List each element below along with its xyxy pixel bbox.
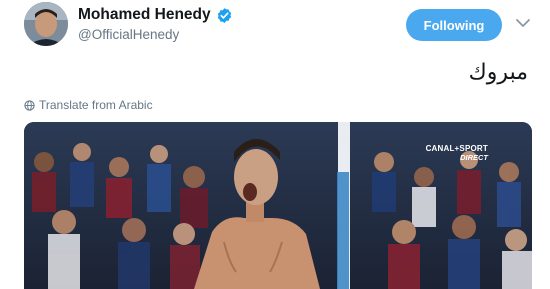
broadcast-logo-line2: DIRECT bbox=[460, 153, 488, 162]
chevron-down-icon[interactable] bbox=[514, 14, 532, 32]
author-handle[interactable]: @OfficialHenedy bbox=[78, 27, 179, 42]
display-name[interactable]: Mohamed Henedy bbox=[78, 6, 211, 24]
author-name-row: Mohamed Henedy bbox=[78, 6, 233, 24]
tweet-media-image[interactable]: CANAL+SPORT DIRECT bbox=[24, 122, 532, 289]
following-button[interactable]: Following bbox=[406, 9, 502, 41]
broadcast-logo-line1: CANAL+SPORT bbox=[425, 144, 488, 153]
globe-icon bbox=[24, 99, 35, 111]
avatar[interactable] bbox=[24, 2, 68, 46]
broadcast-logo: CANAL+SPORT DIRECT bbox=[426, 144, 488, 162]
tweet-text: مبروك bbox=[468, 60, 528, 85]
translate-label[interactable]: Translate from Arabic bbox=[39, 98, 153, 112]
verified-badge-icon bbox=[217, 7, 231, 23]
avatar-photo bbox=[24, 2, 68, 46]
translate-link[interactable]: Translate from Arabic bbox=[24, 98, 153, 112]
